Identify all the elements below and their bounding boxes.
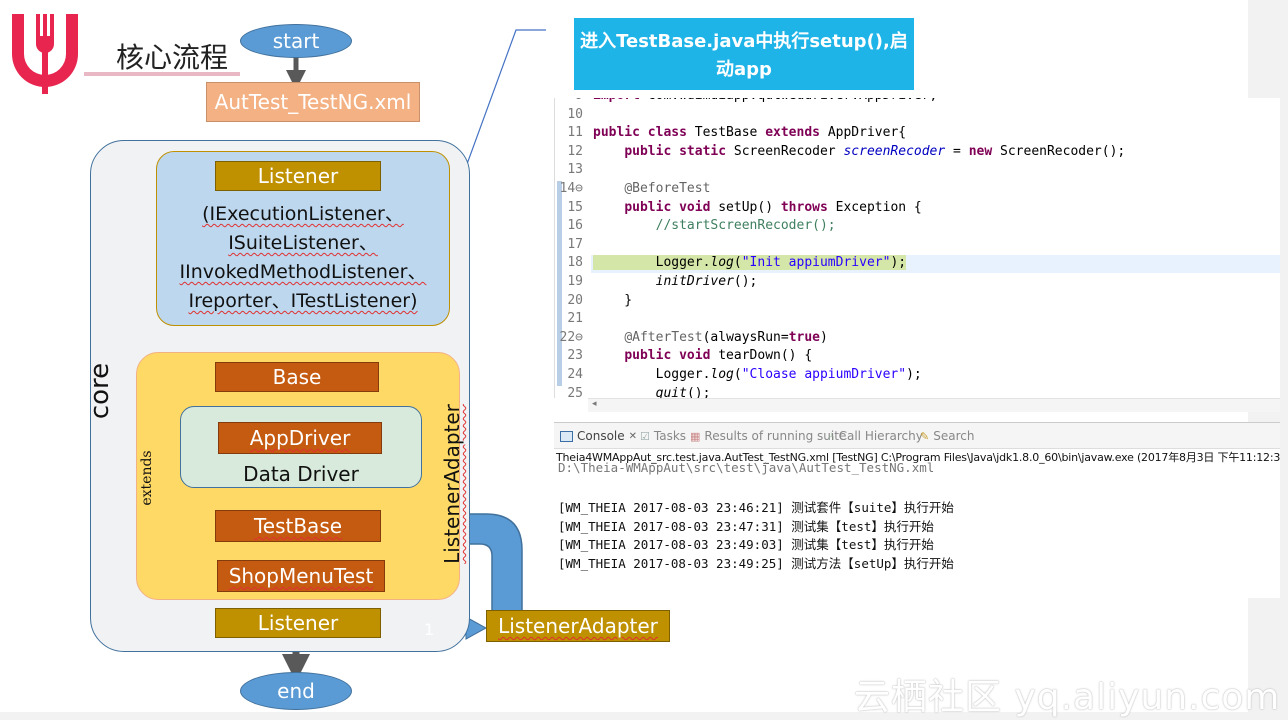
start-node: start <box>240 24 352 58</box>
line-number: 24 <box>567 367 583 382</box>
console-tab-bar: Console ✕ ☑ Tasks ▦ Results of running s… <box>554 422 1280 448</box>
line-number: 14⊖ <box>559 181 583 196</box>
console-line: [WM_THEIA 2017-08-03 23:49:25] 测试方法【setU… <box>558 555 954 571</box>
line-number: 18 <box>567 255 583 271</box>
callout-note: 进入TestBase.java中执行setup(),启 动app <box>574 18 914 90</box>
end-node: end <box>240 672 352 710</box>
code-line[interactable]: public void setUp() throws Exception { <box>593 200 921 215</box>
shopmenutest-node: ShopMenuTest <box>217 560 385 592</box>
tab-label: Search <box>933 429 975 443</box>
tab-call-hierarchy[interactable]: ⑃ Call Hierarchy <box>828 429 923 443</box>
tab-console[interactable]: Console ✕ <box>560 429 637 443</box>
console-line: [WM_THEIA 2017-08-03 23:47:31] 测试集【test】… <box>558 518 934 534</box>
scroll-left-icon[interactable]: ◂ <box>592 399 597 409</box>
listener-bottom-node: Listener <box>215 608 381 638</box>
close-icon[interactable]: ✕ <box>629 431 637 442</box>
fork-logo-icon <box>12 14 78 94</box>
tab-results[interactable]: ▦ Results of running suite <box>690 429 846 443</box>
code-line[interactable]: public static ScreenRecoder screenRecode… <box>593 144 1125 159</box>
tab-tasks[interactable]: ☑ Tasks <box>640 429 686 443</box>
line-number: 20 <box>567 292 583 308</box>
line-number: 9 <box>555 98 583 103</box>
code-line[interactable]: Logger.log("Init appiumDriver"); <box>593 255 907 271</box>
code-line[interactable]: @AfterTest(alwaysRun=true) <box>593 330 828 345</box>
line-number: 11 <box>567 125 583 141</box>
line-number: 25 <box>567 385 583 398</box>
line-number: 22⊖ <box>559 329 583 345</box>
interface-line: (IExecutionListener、 <box>202 203 404 225</box>
code-line[interactable]: } <box>593 293 632 308</box>
appdriver-node: AppDriver <box>218 422 382 454</box>
testbase-node: TestBase <box>215 510 381 542</box>
line-number: 21 <box>567 311 583 327</box>
listener-adapter-node: ListenerAdapter <box>486 610 670 642</box>
results-icon: ▦ <box>690 429 701 443</box>
line-number: 10 <box>567 106 583 122</box>
code-line[interactable]: @BeforeTest <box>593 181 710 196</box>
title-underline <box>84 72 240 76</box>
extends-label: extends <box>139 450 155 506</box>
horizontal-scrollbar[interactable]: ◂ <box>588 398 1280 412</box>
code-line[interactable]: import com.wdimdiapp.qutweudriver.AppDri… <box>593 98 937 103</box>
line-number: 13 <box>567 162 583 178</box>
line-number: 19 <box>567 274 583 289</box>
line-number: 12 <box>567 143 583 159</box>
arrow-label: 1 <box>424 620 435 639</box>
tab-label: Call Hierarchy <box>838 429 923 443</box>
line-number: 16 <box>567 218 583 234</box>
callout-line: 动app <box>716 59 772 80</box>
console-line: D:\Theia-WMAppAut\src\test\java\AutTest_… <box>558 460 935 475</box>
console-output: D:\Theia-WMAppAut\src\test\java\AutTest_… <box>554 460 1280 598</box>
code-line[interactable]: //startScreenRecoder(); <box>593 218 836 233</box>
console-icon <box>560 430 573 442</box>
line-number: 15 <box>567 199 583 215</box>
page-title: 核心流程 <box>116 41 229 74</box>
code-line[interactable]: public class TestBase extends AppDriver{ <box>593 125 906 140</box>
line-number: 23 <box>567 348 583 364</box>
data-driver-label: Data Driver <box>243 462 359 486</box>
listener-top-node: Listener <box>215 161 381 191</box>
code-line[interactable]: quit(); <box>593 386 711 398</box>
watermark: 云栖社区 yq.aliyun.com <box>854 677 1281 718</box>
listener-interfaces: (IExecutionListener、 ISuiteListener、 IIn… <box>160 200 446 316</box>
callout-line: 进入TestBase.java中执行setup(),启 <box>580 31 908 52</box>
tab-label: Results of running suite <box>704 429 847 443</box>
tab-search[interactable]: ✎ Search <box>920 429 974 443</box>
interface-line: ISuiteListener、 <box>228 232 378 254</box>
code-line[interactable]: Logger.log("Cloase appiumDriver"); <box>593 367 922 382</box>
tab-label: Tasks <box>653 429 687 443</box>
hierarchy-icon: ⑃ <box>828 429 835 443</box>
search-icon: ✎ <box>920 429 930 443</box>
tab-label: Console <box>577 429 625 443</box>
base-node: Base <box>215 362 379 392</box>
code-line[interactable]: initDriver(); <box>593 274 758 289</box>
listener-adapter-vertical-label: ListenerAdapter <box>440 404 464 564</box>
console-line: [WM_THEIA 2017-08-03 23:46:21] 测试套件【suit… <box>558 500 954 515</box>
interface-line: Ireporter、ITestListener) <box>188 290 418 312</box>
code-line[interactable]: public void tearDown() { <box>593 348 812 363</box>
tasks-icon: ☑ <box>640 429 650 443</box>
config-node: AutTest_TestNG.xml <box>206 82 420 122</box>
core-label: core <box>85 362 115 420</box>
interface-line: IInvokedMethodListener、 <box>179 261 427 283</box>
code-editor[interactable]: 9 import com.wdimdiapp.qutweudriver.AppDr… <box>554 98 1280 398</box>
console-line: [WM_THEIA 2017-08-03 23:49:03] 测试集【test】… <box>558 537 934 552</box>
line-number: 17 <box>567 236 583 252</box>
